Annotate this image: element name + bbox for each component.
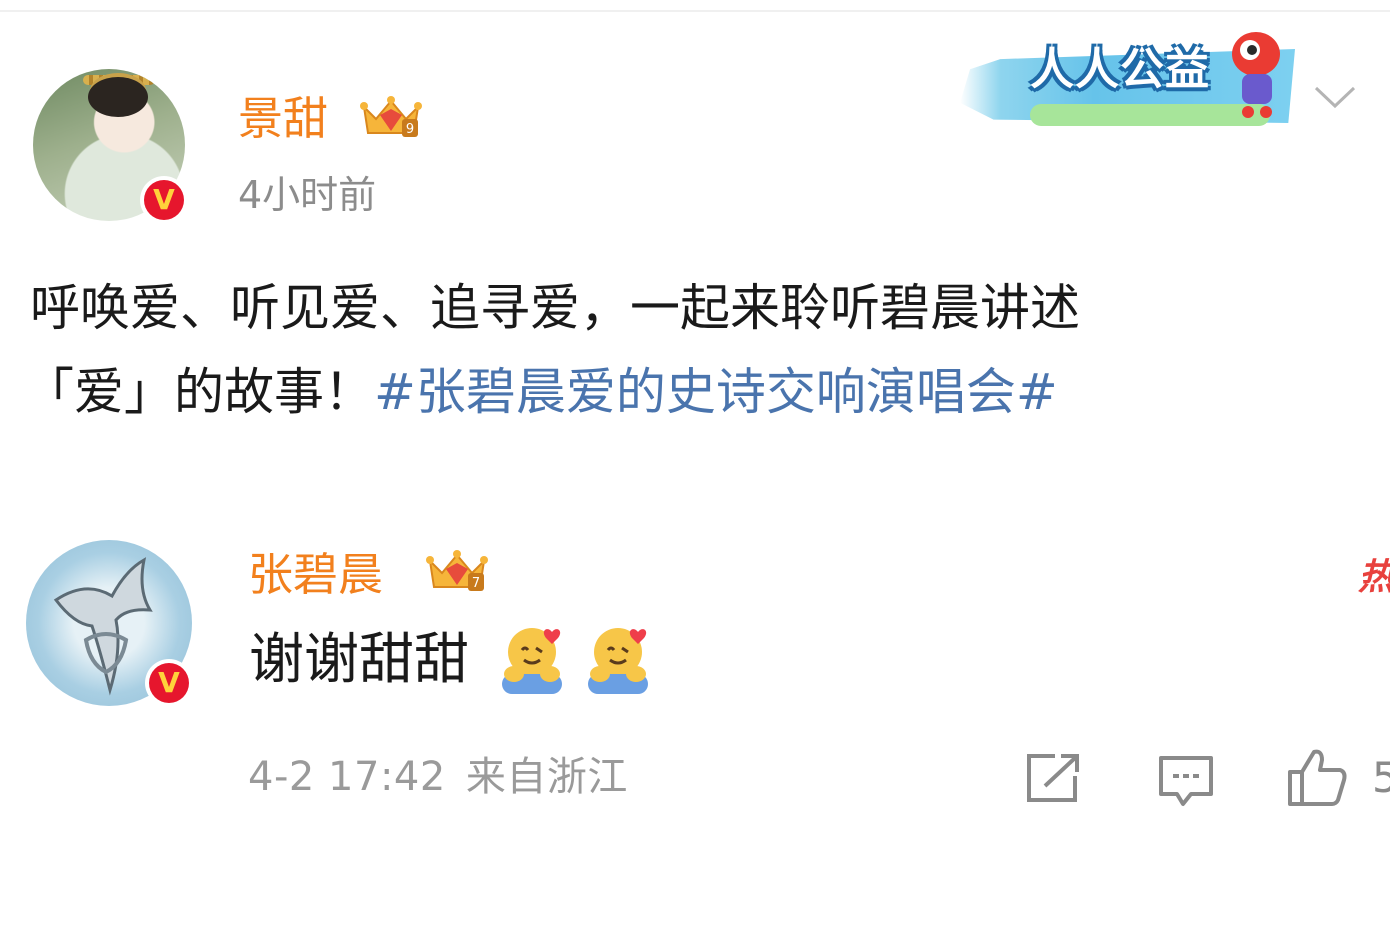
svg-text:9: 9 bbox=[406, 122, 414, 137]
comment-date: 4-2 17:42 bbox=[248, 754, 446, 800]
verified-badge: V bbox=[140, 176, 188, 224]
banner-title: 人人公益 bbox=[1030, 44, 1210, 95]
top-divider bbox=[0, 10, 1390, 12]
comment-location: 来自浙江 bbox=[465, 754, 628, 800]
hug-heart-emoji bbox=[588, 628, 648, 694]
hug-heart-emoji bbox=[502, 628, 562, 694]
post-text-line2-prefix: 「爱」的故事！ bbox=[24, 363, 374, 421]
chevron-down-icon[interactable] bbox=[1312, 82, 1358, 112]
post-text-line2: 「爱」的故事！#张碧晨爱的史诗交响演唱会# bbox=[24, 350, 1330, 434]
svg-text:7: 7 bbox=[472, 576, 480, 591]
comment-icon[interactable] bbox=[1157, 754, 1215, 810]
mascot-icon bbox=[1232, 32, 1280, 118]
post-time: 4小时前 bbox=[238, 173, 377, 217]
post-body: 呼唤爱、听见爱、追寻爱，一起来聆听碧晨讲述 「爱」的故事！#张碧晨爱的史诗交响演… bbox=[24, 266, 1330, 434]
comment-text: 谢谢甜甜 bbox=[249, 627, 470, 691]
comment-meta: 4-2 17:42 来自浙江 bbox=[248, 757, 628, 797]
crown-level-icon[interactable]: 9 bbox=[358, 93, 424, 143]
thumbs-up-icon[interactable] bbox=[1286, 746, 1350, 808]
share-icon[interactable] bbox=[1025, 752, 1083, 804]
hot-tag: 热 bbox=[1358, 560, 1390, 596]
post-text-line1: 呼唤爱、听见爱、追寻爱，一起来聆听碧晨讲述 bbox=[30, 279, 1080, 337]
like-count: 5 bbox=[1372, 753, 1390, 802]
hashtag-link[interactable]: #张碧晨爱的史诗交响演唱会# bbox=[374, 363, 1058, 421]
commenter-name[interactable]: 张碧晨 bbox=[248, 552, 383, 597]
author-name[interactable]: 景甜 bbox=[238, 96, 328, 141]
verified-badge: V bbox=[145, 659, 193, 707]
crown-level-icon[interactable]: 7 bbox=[424, 547, 490, 597]
public-welfare-banner[interactable]: 人人公益 bbox=[960, 26, 1300, 128]
avatar-hair bbox=[88, 77, 148, 117]
